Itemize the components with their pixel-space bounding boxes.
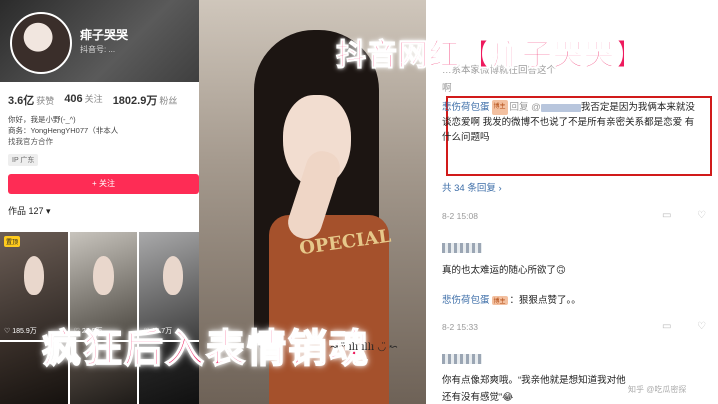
- more-replies-link[interactable]: 共 34 条回复 ›: [442, 180, 502, 194]
- bio-line: 商务：YongHengYH077（非本人: [8, 126, 119, 135]
- comment-actions: ▭ ♡: [662, 210, 706, 221]
- comment-actions: ▭ ♡: [662, 321, 706, 332]
- stat-fans[interactable]: 1802.9万 粉丝: [113, 92, 178, 108]
- profile-name: 痱子哭哭: [80, 28, 129, 42]
- reply-author[interactable]: 悲伤荷包蛋: [442, 102, 490, 113]
- reply-icon[interactable]: ▭: [662, 210, 671, 221]
- comment-time: 8-2 15:33: [442, 322, 478, 332]
- comment-text: 你有点像郑爽哦。“我亲他就是想知道我对他: [442, 375, 626, 386]
- like-icon[interactable]: ♡: [697, 210, 706, 221]
- video-likes: ♡ 185.9万: [4, 328, 37, 335]
- location-tag: IP 广东: [8, 154, 39, 166]
- comment-text: 还有没有感觉”😂: [442, 392, 514, 403]
- author-badge: 博主: [491, 295, 508, 305]
- comment-text: 真的也太难运的随心所欲了🙃: [442, 265, 566, 276]
- decorative-glyphs: ↝ ᵕ̈ ılı ıllı ◡̈ ↜: [330, 342, 398, 353]
- author-badge: 博主: [491, 100, 508, 115]
- profile-stats: 3.6亿 获赞 406 关注 1802.9万 粉丝: [0, 82, 207, 112]
- reply-icon[interactable]: ▭: [662, 321, 671, 332]
- pinned-badge: 置顶: [4, 236, 21, 247]
- profile-header: 痱子哭哭 抖音号: ...: [0, 0, 207, 82]
- avatar[interactable]: [10, 12, 72, 74]
- works-tab[interactable]: 作品 127 ▾: [0, 194, 207, 221]
- overlay-title-top: 抖音网红【痱子哭哭】: [336, 38, 646, 74]
- comment-faded: 啊: [442, 83, 452, 94]
- profile-bio: 你好，我是小野(-_^) 商务：YongHengYH077（非本人 找我官方合作: [0, 112, 207, 149]
- reply-prefix: 回复 @: [509, 102, 541, 114]
- blurred-avatar: [442, 354, 482, 364]
- blurred-username: [540, 103, 581, 112]
- reply-content: 悲伤荷包蛋 博主 回复 @ 我否定是因为我俩本来就没谈恋爱啊 我发的微博不也说了不是所…: [442, 100, 698, 145]
- reply-row: 悲伤荷包蛋 博主 ：狠狠点赞了。。: [442, 292, 581, 306]
- profile-id: 抖音号: ...: [80, 45, 116, 54]
- watermark: 知乎 @吃瓜密探: [628, 385, 687, 394]
- bio-line: 你好，我是小野(-_^): [8, 115, 76, 124]
- official-collab-link[interactable]: 找我官方合作: [8, 136, 199, 147]
- thumbnail-face: [93, 255, 114, 295]
- thumbnail-face: [23, 255, 44, 295]
- overlay-title-bottom: 疯狂后入表情销魂: [41, 326, 371, 373]
- thumbnail-face: [163, 255, 184, 295]
- comment-time: 8-2 15:08: [442, 211, 478, 221]
- blurred-avatar: [442, 243, 482, 253]
- reply-text: ：狠狠点赞了。。: [509, 295, 581, 306]
- like-icon[interactable]: ♡: [697, 321, 706, 332]
- stat-following[interactable]: 406 关注: [64, 92, 102, 108]
- reply-author[interactable]: 悲伤荷包蛋: [442, 295, 490, 306]
- stat-likes[interactable]: 3.6亿 获赞: [8, 92, 54, 108]
- follow-button[interactable]: + 关注: [8, 174, 199, 194]
